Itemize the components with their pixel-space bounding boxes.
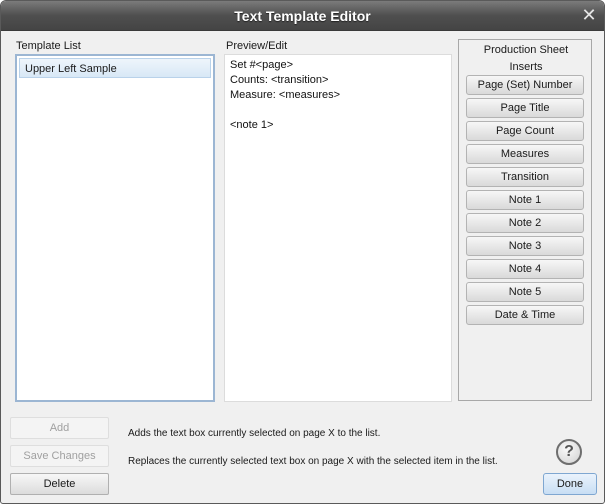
add-description: Adds the text box currently selected on … [128,428,381,439]
help-icon[interactable]: ? [556,439,582,465]
add-button[interactable]: Add [10,417,109,439]
insert-note-2-button[interactable]: Note 2 [466,213,584,233]
done-button[interactable]: Done [543,473,597,495]
insert-transition-button[interactable]: Transition [466,167,584,187]
save-changes-description: Replaces the currently selected text box… [128,456,498,467]
window-title: Text Template Editor [234,8,371,24]
insert-page-count-button[interactable]: Page Count [466,121,584,141]
template-list[interactable]: Upper Left Sample [15,54,215,402]
save-changes-button[interactable]: Save Changes [10,445,109,467]
delete-button[interactable]: Delete [10,473,109,495]
insert-note-5-button[interactable]: Note 5 [466,282,584,302]
title-bar: Text Template Editor ✕ [1,1,604,31]
preview-edit-label: Preview/Edit [226,40,288,52]
close-icon[interactable]: ✕ [580,6,598,24]
preview-edit-textarea[interactable]: Set #<page> Counts: <transition> Measure… [224,54,452,402]
insert-date-time-button[interactable]: Date & Time [466,305,584,325]
inserts-title: Production Sheet Inserts [483,44,569,73]
list-item[interactable]: Upper Left Sample [19,58,211,78]
insert-measures-button[interactable]: Measures [466,144,584,164]
text-template-editor-dialog: Text Template Editor ✕ Template List Upp… [0,0,605,504]
insert-note-1-button[interactable]: Note 1 [466,190,584,210]
insert-note-3-button[interactable]: Note 3 [466,236,584,256]
insert-note-4-button[interactable]: Note 4 [466,259,584,279]
insert-page-set-number-button[interactable]: Page (Set) Number [466,75,584,95]
template-list-label: Template List [16,40,81,52]
insert-page-title-button[interactable]: Page Title [466,98,584,118]
production-sheet-inserts-panel: Production Sheet Inserts Page (Set) Numb… [458,39,592,401]
